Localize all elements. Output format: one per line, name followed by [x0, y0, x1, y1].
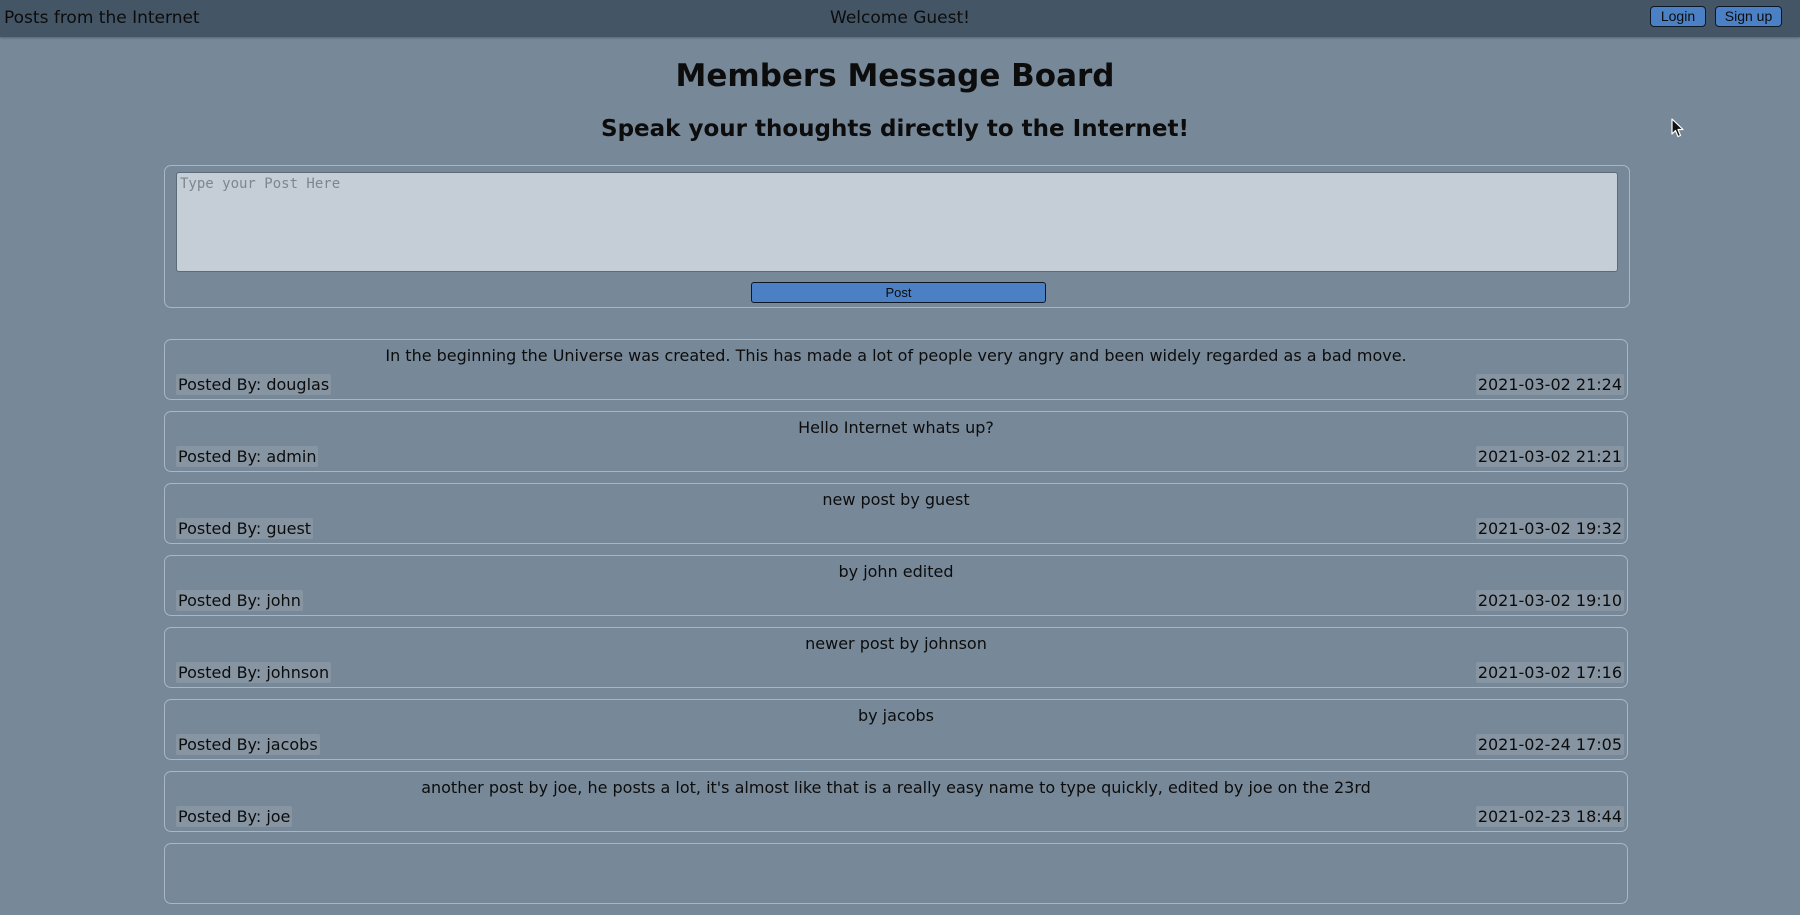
- post-date: 2021-03-02 21:21: [1475, 446, 1624, 467]
- post-author: Posted By: joe: [176, 806, 293, 827]
- post-content: new post by guest: [822, 490, 970, 509]
- post-content: another post by joe, he posts a lot, it'…: [421, 778, 1371, 797]
- post-content: Hello Internet whats up?: [798, 418, 994, 437]
- compose-form: Post: [164, 165, 1630, 308]
- post-date: 2021-02-23 18:44: [1475, 806, 1624, 827]
- post-button[interactable]: Post: [751, 282, 1046, 303]
- post-content: newer post by johnson: [805, 634, 987, 653]
- mouse-pointer-icon: [1671, 118, 1684, 138]
- post-date: 2021-03-02 19:32: [1475, 518, 1624, 539]
- page-subtitle: Speak your thoughts directly to the Inte…: [601, 116, 1189, 142]
- post-card: Hello Internet whats up? Posted By: admi…: [164, 411, 1628, 472]
- post-author: Posted By: guest: [176, 518, 314, 539]
- post-card: by john edited Posted By: john 2021-03-0…: [164, 555, 1628, 616]
- page-title: Members Message Board: [675, 58, 1115, 94]
- post-date: 2021-03-02 17:16: [1475, 662, 1624, 683]
- login-button[interactable]: Login: [1650, 6, 1706, 27]
- post-card: new post by guest Posted By: guest 2021-…: [164, 483, 1628, 544]
- post-date: 2021-02-24 17:05: [1475, 734, 1624, 755]
- welcome-message: Welcome Guest!: [830, 8, 970, 28]
- post-content: by jacobs: [857, 706, 935, 725]
- post-author: Posted By: douglas: [176, 374, 332, 395]
- post-card: [164, 843, 1628, 904]
- post-author: Posted By: john: [176, 590, 303, 611]
- post-card: by jacobs Posted By: jacobs 2021-02-24 1…: [164, 699, 1628, 760]
- post-input[interactable]: [176, 172, 1618, 272]
- post-card: newer post by johnson Posted By: johnson…: [164, 627, 1628, 688]
- post-content: by john edited: [838, 562, 954, 581]
- post-date: 2021-03-02 19:10: [1475, 590, 1624, 611]
- post-author: Posted By: johnson: [176, 662, 332, 683]
- post-card: In the beginning the Universe was create…: [164, 339, 1628, 400]
- post-date: 2021-03-02 21:24: [1475, 374, 1624, 395]
- post-content: In the beginning the Universe was create…: [385, 346, 1407, 365]
- post-author: Posted By: admin: [176, 446, 319, 467]
- post-list: In the beginning the Universe was create…: [164, 339, 1628, 915]
- post-card: another post by joe, he posts a lot, it'…: [164, 771, 1628, 832]
- post-author: Posted By: jacobs: [176, 734, 320, 755]
- top-navbar: Posts from the Internet Welcome Guest! L…: [0, 0, 1800, 37]
- signup-button[interactable]: Sign up: [1715, 6, 1782, 27]
